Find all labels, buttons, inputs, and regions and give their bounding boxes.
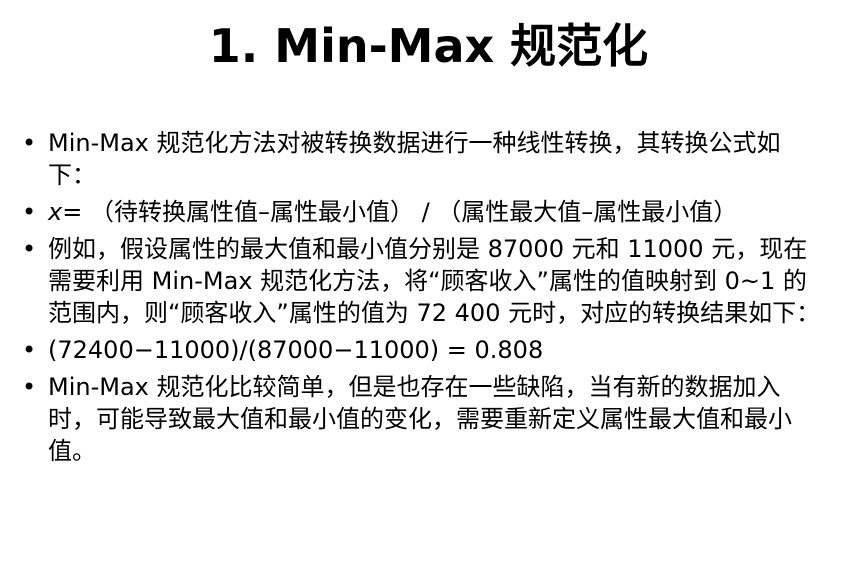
bullet-dot-icon: • (22, 129, 37, 157)
bullet-dot-icon: • (22, 336, 37, 364)
bullet-dot-icon: • (22, 198, 37, 226)
bullet-text: = （待转换属性值–属性最小值） / （属性最大值–属性最小值） (62, 198, 738, 226)
slide-title: 1. Min-Max 规范化 (208, 19, 649, 73)
bullet-item-calculation: • (72400−11000)/(87000−11000) = 0.808 (20, 334, 828, 366)
bullet-dot-icon: • (22, 235, 37, 263)
bullet-text: Min-Max 规范化比较简单，但是也存在一些缺陷，当有新的数据加入时，可能导致… (48, 373, 792, 465)
bullet-text: (72400−11000)/(87000−11000) = 0.808 (48, 336, 544, 364)
bullet-item-example: • 例如，假设属性的最大值和最小值分别是 87000 元和 11000 元，现在… (20, 233, 828, 329)
bullet-dot-icon: • (22, 373, 37, 401)
slide: 1. Min-Max 规范化 • Min-Max 规范化方法对被转换数据进行一种… (0, 0, 857, 572)
formula-variable: x (48, 198, 63, 226)
bullet-text: 例如，假设属性的最大值和最小值分别是 87000 元和 11000 元，现在需要… (48, 235, 821, 327)
bullet-text: Min-Max 规范化方法对被转换数据进行一种线性转换，其转换公式如下： (48, 129, 781, 189)
bullet-item-limitations: • Min-Max 规范化比较简单，但是也存在一些缺陷，当有新的数据加入时，可能… (20, 371, 828, 467)
bullet-item-formula: • x= （待转换属性值–属性最小值） / （属性最大值–属性最小值） (20, 196, 828, 228)
bullet-list: • Min-Max 规范化方法对被转换数据进行一种线性转换，其转换公式如下： •… (20, 127, 828, 472)
bullet-item-method-description: • Min-Max 规范化方法对被转换数据进行一种线性转换，其转换公式如下： (20, 127, 828, 191)
